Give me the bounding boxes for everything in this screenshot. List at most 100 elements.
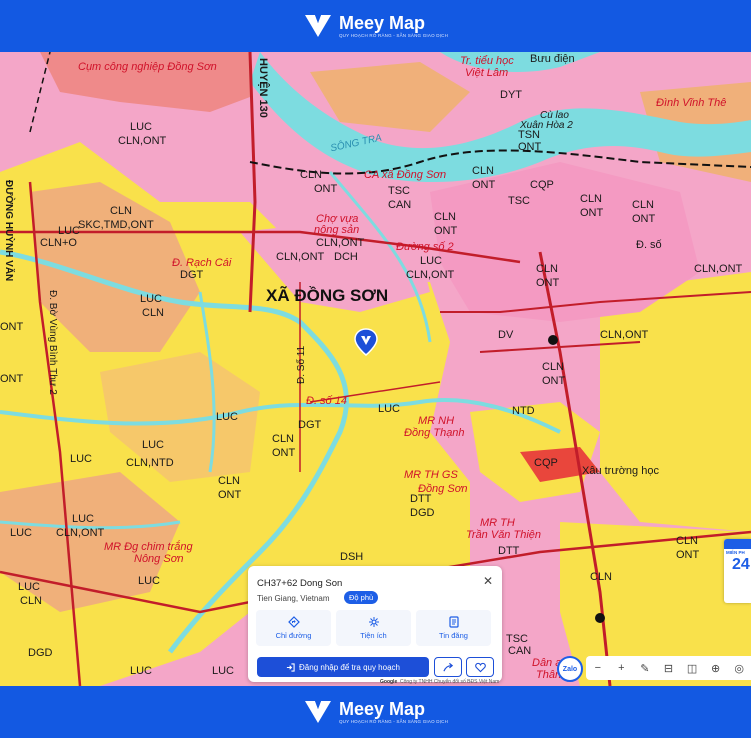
share-icon <box>442 662 453 671</box>
top-brand-bar: Meey Map QUY HOẠCH RÕ RÀNG - SẴN SÀNG GI… <box>0 0 751 52</box>
zone-label: CLN <box>434 211 457 223</box>
heart-icon <box>474 662 486 672</box>
map-label-ca-xa: CA xã Đồng Sơn <box>364 169 447 181</box>
zone-label: DV <box>498 329 514 341</box>
brand-name: Meey Map <box>338 12 426 33</box>
zone-label: CLN,ONT <box>276 251 325 263</box>
split-view-icon[interactable]: ◫ <box>684 662 700 675</box>
zone-label: ONT <box>518 141 542 153</box>
zone-label: CLN <box>110 205 133 217</box>
zone-label: ONT <box>580 207 604 219</box>
place-title: CH37+62 Dong Son <box>257 578 343 589</box>
map-label-bo-vung: Đ. Bờ Vùng Bình Thư 2 <box>47 290 58 395</box>
zone-label: CLN <box>218 475 241 487</box>
zone-label: CLN <box>300 169 323 181</box>
zone-label: ONT <box>218 489 242 501</box>
share-button[interactable] <box>434 657 462 677</box>
close-icon[interactable]: ✕ <box>482 575 494 587</box>
map-label-duong-so-2: Đường số 2 <box>396 241 454 253</box>
zone-label: LUC <box>130 121 153 133</box>
zone-label: DCH <box>334 251 358 263</box>
promo-number: 24 <box>732 556 750 573</box>
zone-label: LUC <box>58 225 81 237</box>
map-label-dinh-vinh-the: Đình Vĩnh Thê <box>656 97 727 109</box>
zalo-chat-button[interactable]: Zalo <box>557 656 583 682</box>
map-label-mr-th-gs: MR TH GS <box>404 469 458 481</box>
zone-label: DGT <box>180 269 204 281</box>
zone-label: LUC <box>140 293 163 305</box>
directions-icon <box>287 616 300 628</box>
brand-tagline: QUY HOẠCH RÕ RÀNG - SẴN SÀNG GIAO DỊCH <box>338 32 449 38</box>
zone-label: DTT <box>410 493 432 505</box>
brand-logo-group-bottom[interactable]: Meey Map QUY HOẠCH RÕ RÀNG - SẴN SÀNG GI… <box>303 699 448 725</box>
globe-icon[interactable]: ⊕ <box>708 662 724 675</box>
zone-label: SKC,TMD,ONT <box>78 219 154 231</box>
zone-label: ONT <box>434 225 458 237</box>
listing-button[interactable]: Tin đăng <box>416 610 491 646</box>
credit-text: Công ty TNHH Chuyển đổi số BĐS Việt Nam <box>400 679 500 685</box>
promo-side-widget[interactable]: MIỄN PH 24 <box>724 539 751 603</box>
zone-label: LUC <box>130 665 153 677</box>
zone-label: CLN <box>632 199 655 211</box>
map-label-d-so-14: Đ. số 14 <box>306 395 347 407</box>
layers-icon[interactable]: ⊟ <box>660 662 676 675</box>
locate-icon[interactable]: ◎ <box>731 662 747 675</box>
map-label-nong-san: nông sản <box>314 224 360 236</box>
zone-label: CAN <box>508 645 532 657</box>
zone-label: CLN <box>536 263 559 275</box>
zone-label: TSC <box>508 195 530 207</box>
zone-label: CLN,ONT <box>316 237 365 249</box>
directions-button[interactable]: Chỉ đường <box>256 610 331 646</box>
map-label-truong-hoc: Xâu trường học <box>582 465 659 477</box>
utilities-button[interactable]: Tiện ích <box>336 610 411 646</box>
meey-logo-icon <box>304 701 331 723</box>
zone-label: CLN <box>590 571 613 583</box>
directions-label: Chỉ đường <box>275 631 312 640</box>
zone-label: TSC <box>388 185 410 197</box>
promo-label: MIỄN PH <box>726 550 745 555</box>
zone-label: ONT <box>272 447 296 459</box>
utilities-icon <box>368 617 379 627</box>
zoom-out-button[interactable]: − <box>590 662 606 674</box>
map-label-huyen-130: HUYỆN 130 <box>257 58 269 118</box>
place-actions: Chỉ đường Tiện ích Tin đăng <box>256 610 491 646</box>
zoom-in-button[interactable]: + <box>613 662 629 674</box>
place-info-card: CH37+62 Dong Son ✕ Tien Giang, Vietnam Đ… <box>248 566 502 682</box>
zone-label: LUC <box>138 575 161 587</box>
zone-label: LUC <box>142 439 165 451</box>
zone-label: CQP <box>534 457 558 469</box>
map-toolbar: − + ✎ ⊟ ◫ ⊕ ◎ <box>586 656 751 680</box>
zone-label: CLN <box>142 307 165 319</box>
coverage-badge[interactable]: Độ phủ <box>344 591 379 604</box>
zone-label: TSN <box>518 129 540 141</box>
favorite-button[interactable] <box>466 657 494 677</box>
map-label-mr-chim: MR Đg chim trắng <box>104 541 193 553</box>
brand-logo-group[interactable]: Meey Map QUY HOẠCH RÕ RÀNG - SẴN SÀNG GI… <box>303 13 448 39</box>
zone-label: DSH <box>340 551 364 563</box>
map-label-dong-thanh: Đồng Thạnh <box>404 427 465 439</box>
location-pin-icon[interactable] <box>354 328 378 356</box>
zone-label: CLN <box>272 433 295 445</box>
brand-tagline-bottom: QUY HOẠCH RÕ RÀNG - SẴN SÀNG GIAO DỊCH <box>338 718 449 724</box>
map-label-mr-nh: MR NH <box>418 415 455 427</box>
login-lookup-button[interactable]: Đăng nhập để tra quy hoạch <box>257 657 429 677</box>
zone-label: CLN <box>580 193 603 205</box>
zone-label: ONT <box>542 375 566 387</box>
promo-header <box>724 539 751 549</box>
zone-label: CLN <box>542 361 565 373</box>
listing-label: Tin đăng <box>439 631 468 640</box>
zone-label: ONT <box>314 183 338 195</box>
measure-tool-icon[interactable]: ✎ <box>637 662 653 675</box>
utilities-label: Tiện ích <box>360 631 387 640</box>
zone-label: TSC <box>506 633 528 645</box>
zone-label: LUC <box>70 453 93 465</box>
zone-label: LUC <box>212 665 235 677</box>
credit-prefix: Google <box>380 679 398 685</box>
zone-label: DGD <box>28 647 53 659</box>
map-label-tran-van-thien: Trần Văn Thiện <box>466 529 542 541</box>
zone-label: DYT <box>500 89 522 101</box>
map-label-d-so: Đ. số <box>636 239 662 251</box>
zone-label: ONT <box>676 549 700 561</box>
map-label-rach-cai: Đ. Rạch Cái <box>172 257 232 269</box>
zone-label: CLN <box>676 535 699 547</box>
